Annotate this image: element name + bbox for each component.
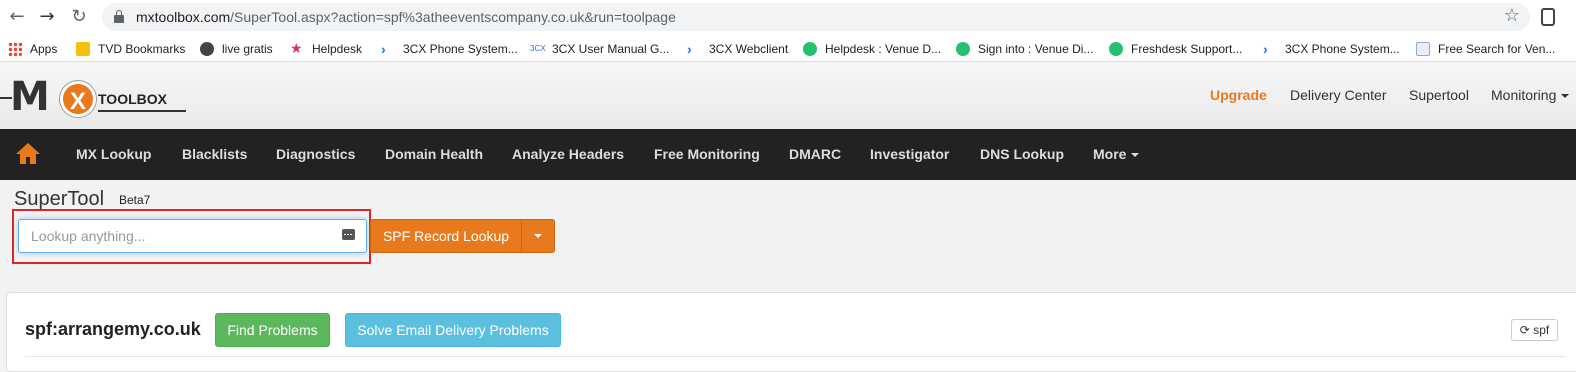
nav-more-label: More — [1093, 146, 1127, 162]
globe-icon — [200, 42, 214, 56]
bookmark-helpdesk-venue[interactable]: Helpdesk : Venue D... — [803, 40, 941, 58]
logo-text: TOOLBOX — [98, 91, 167, 107]
url-path: /SuperTool.aspx?action=spf%3atheeventsco… — [230, 9, 676, 25]
divider — [25, 356, 1565, 357]
main-nav: MX Lookup Blacklists Diagnostics Domain … — [0, 129, 1576, 180]
chevron-down-icon — [1561, 94, 1570, 99]
bookmark-label: 3CX User Manual G... — [552, 42, 670, 56]
nav-free-monitoring[interactable]: Free Monitoring — [654, 146, 760, 162]
freshdesk-icon — [803, 42, 817, 56]
bookmark-sign-into[interactable]: Sign into : Venue Di... — [956, 40, 1093, 58]
bookmark-free-search[interactable]: Free Search for Ven... — [1416, 40, 1555, 58]
bookmark-freshdesk[interactable]: Freshdesk Support... — [1109, 40, 1242, 58]
bookmark-tvd[interactable]: TVD Bookmarks — [76, 40, 185, 58]
bookmark-helpdesk[interactable]: ★ Helpdesk — [290, 40, 362, 58]
3cx-chevron-icon: › — [381, 41, 386, 57]
chevron-down-icon — [534, 234, 542, 238]
bookmark-label: Helpdesk — [312, 42, 363, 56]
refresh-label: spf — [1533, 323, 1550, 337]
chevron-down-icon — [1131, 153, 1140, 158]
refresh-icon: ⟳ — [1519, 323, 1530, 337]
nav-blacklists[interactable]: Blacklists — [182, 146, 247, 162]
freshdesk-icon — [1109, 42, 1123, 56]
home-icon[interactable] — [16, 143, 40, 165]
delivery-center-link[interactable]: Delivery Center — [1290, 87, 1386, 103]
mxtoolbox-logo[interactable]: M X TOOLBOX — [0, 75, 190, 119]
folder-icon — [76, 42, 90, 56]
browser-toolbar: ← → ↻ mxtoolbox.com/SuperTool.aspx?actio… — [0, 0, 1576, 35]
bookmark-3cx-webclient[interactable]: › 3CX Webclient — [687, 40, 788, 58]
address-bar[interactable]: mxtoolbox.com/SuperTool.aspx?action=spf%… — [102, 3, 1530, 31]
supertool-title: SuperTool — [14, 188, 105, 210]
upgrade-link[interactable]: Upgrade — [1210, 87, 1267, 103]
solve-email-button[interactable]: Solve Email Delivery Problems — [345, 313, 561, 347]
bookmark-label: 3CX Phone System... — [403, 42, 518, 56]
bookmark-label: TVD Bookmarks — [98, 42, 186, 56]
bookmark-label: Apps — [30, 42, 58, 56]
find-problems-button[interactable]: Find Problems — [215, 313, 330, 347]
bookmark-label: live gratis — [222, 42, 273, 56]
nav-mx-lookup[interactable]: MX Lookup — [76, 146, 151, 162]
star-icon: ★ — [290, 41, 303, 57]
result-title: spf:arrangemy.co.uk — [25, 319, 201, 339]
monitoring-label: Monitoring — [1491, 87, 1557, 103]
nav-investigator[interactable]: Investigator — [870, 146, 949, 162]
extension-icon[interactable] — [1541, 8, 1555, 26]
bookmark-star-icon[interactable]: ☆ — [1504, 5, 1520, 26]
bookmark-label: 3CX Phone System... — [1285, 42, 1400, 56]
reload-icon[interactable]: ↻ — [68, 6, 90, 28]
nav-more[interactable]: More — [1093, 146, 1140, 162]
bookmark-live-gratis[interactable]: live gratis — [200, 40, 273, 58]
nav-domain-health[interactable]: Domain Health — [385, 146, 483, 162]
lock-icon — [114, 10, 124, 23]
3cx-logo-icon: 3CX — [530, 44, 546, 53]
spf-lookup-button[interactable]: SPF Record Lookup — [370, 219, 522, 253]
nav-dns-lookup[interactable]: DNS Lookup — [980, 146, 1064, 162]
supertool-link[interactable]: Supertool — [1409, 87, 1469, 103]
freshdesk-icon — [956, 42, 970, 56]
monitoring-link[interactable]: Monitoring — [1491, 87, 1570, 103]
bookmark-label: 3CX Webclient — [709, 42, 789, 56]
bookmark-label: Sign into : Venue Di... — [978, 42, 1094, 56]
document-icon — [1416, 42, 1430, 56]
nav-analyze-headers[interactable]: Analyze Headers — [512, 146, 624, 162]
nav-diagnostics[interactable]: Diagnostics — [276, 146, 355, 162]
keyboard-icon[interactable] — [342, 229, 355, 240]
forward-icon[interactable]: → — [36, 6, 58, 28]
bookmark-3cx-phone[interactable]: › 3CX Phone System... — [381, 40, 518, 58]
bookmarks-bar: Apps TVD Bookmarks live gratis ★ Helpdes… — [0, 35, 1576, 62]
url-host: mxtoolbox.com — [136, 9, 231, 25]
bookmark-3cx-phone-2[interactable]: › 3CX Phone System... — [1263, 40, 1400, 58]
bookmark-apps[interactable]: Apps — [8, 40, 57, 58]
bookmark-label: Helpdesk : Venue D... — [825, 42, 942, 56]
site-header: M X TOOLBOX Upgrade Delivery Center Supe… — [0, 63, 1576, 129]
beta-label: Beta7 — [119, 193, 151, 207]
bookmark-3cx-manual[interactable]: 3CX 3CX User Manual G... — [530, 40, 669, 58]
lookup-type-dropdown[interactable] — [521, 219, 555, 253]
bookmark-label: Free Search for Ven... — [1438, 42, 1556, 56]
apps-grid-icon — [8, 42, 22, 56]
refresh-button[interactable]: ⟳ spf — [1511, 319, 1558, 341]
3cx-chevron-icon: › — [1263, 41, 1268, 57]
3cx-chevron-icon: › — [687, 41, 692, 57]
search-input[interactable] — [18, 219, 367, 253]
url-text[interactable]: mxtoolbox.com/SuperTool.aspx?action=spf%… — [136, 9, 676, 25]
back-icon[interactable]: ← — [6, 6, 28, 28]
bookmark-label: Freshdesk Support... — [1131, 42, 1243, 56]
nav-dmarc[interactable]: DMARC — [789, 146, 841, 162]
